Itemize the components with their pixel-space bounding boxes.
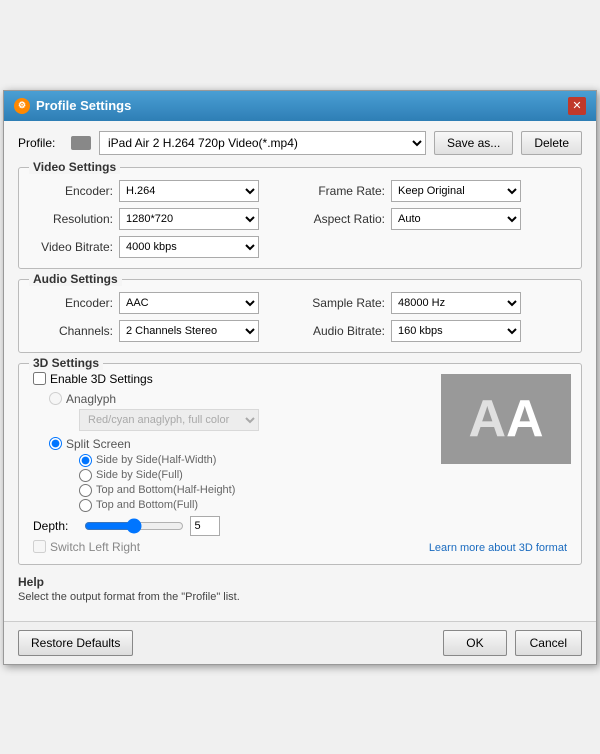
audio-settings-section: Audio Settings Encoder: AAC Sample Rate:… — [18, 279, 582, 353]
resolution-row: Resolution: 1280*720 — [33, 208, 295, 230]
settings-3d-section: 3D Settings AA Enable 3D Settings Anagly… — [18, 363, 582, 565]
enable-3d-checkbox[interactable] — [33, 372, 46, 385]
audio-settings-title: Audio Settings — [29, 272, 122, 286]
sample-rate-row: Sample Rate: 48000 Hz — [305, 292, 567, 314]
switch-label: Switch Left Right — [50, 540, 140, 554]
3d-preview-box: AA — [441, 374, 571, 464]
channels-row: Channels: 2 Channels Stereo — [33, 320, 295, 342]
frame-rate-row: Frame Rate: Keep Original — [305, 180, 567, 202]
audio-bitrate-select[interactable]: 160 kbps — [391, 320, 521, 342]
depth-label: Depth: — [33, 519, 78, 533]
frame-rate-label: Frame Rate: — [305, 184, 385, 198]
option1-radio[interactable] — [79, 454, 92, 467]
aspect-ratio-select[interactable]: Auto — [391, 208, 521, 230]
depth-number[interactable]: 5 — [190, 516, 220, 536]
cancel-button[interactable]: Cancel — [515, 630, 582, 656]
app-icon: ⚙ — [14, 98, 30, 114]
video-bitrate-select[interactable]: 4000 kbps — [119, 236, 259, 258]
split-screen-label: Split Screen — [66, 437, 131, 451]
aspect-ratio-row: Aspect Ratio: Auto — [305, 208, 567, 230]
depth-slider[interactable] — [84, 519, 184, 533]
delete-button[interactable]: Delete — [521, 131, 582, 155]
audio-bitrate-row: Audio Bitrate: 160 kbps — [305, 320, 567, 342]
anaglyph-select[interactable]: Red/cyan anaglyph, full color — [79, 409, 259, 431]
video-settings-section: Video Settings Encoder: H.264 Frame Rate… — [18, 167, 582, 269]
preview-aa-left: A — [468, 389, 506, 449]
video-settings-grid: Encoder: H.264 Frame Rate: Keep Original… — [33, 180, 567, 230]
encoder-row: Encoder: H.264 — [33, 180, 295, 202]
ok-button[interactable]: OK — [443, 630, 506, 656]
video-bitrate-row: Video Bitrate: 4000 kbps — [33, 236, 567, 258]
profile-label: Profile: — [18, 136, 63, 150]
option2-label: Side by Side(Full) — [96, 469, 183, 481]
aspect-ratio-label: Aspect Ratio: — [305, 212, 385, 226]
learn-more-link[interactable]: Learn more about 3D format — [429, 542, 567, 554]
anaglyph-radio[interactable] — [49, 392, 62, 405]
audio-settings-grid: Encoder: AAC Sample Rate: 48000 Hz Chann… — [33, 292, 567, 342]
profile-settings-dialog: ⚙ Profile Settings ✕ Profile: iPad Air 2… — [3, 90, 597, 665]
depth-row: Depth: 5 — [33, 516, 567, 536]
profile-row: Profile: iPad Air 2 H.264 720p Video(*.m… — [18, 131, 582, 155]
help-text: Select the output format from the "Profi… — [18, 591, 582, 603]
resolution-select[interactable]: 1280*720 — [119, 208, 259, 230]
anaglyph-label: Anaglyph — [66, 392, 116, 406]
profile-icon — [71, 136, 91, 150]
sample-rate-label: Sample Rate: — [305, 296, 385, 310]
title-bar: ⚙ Profile Settings ✕ — [4, 91, 596, 121]
restore-defaults-button[interactable]: Restore Defaults — [18, 630, 133, 656]
audio-encoder-label: Encoder: — [33, 296, 113, 310]
dialog-footer: Restore Defaults OK Cancel — [4, 621, 596, 664]
dialog-title: Profile Settings — [36, 98, 131, 113]
help-title: Help — [18, 575, 582, 589]
frame-rate-select[interactable]: Keep Original — [391, 180, 521, 202]
video-settings-title: Video Settings — [29, 160, 120, 174]
option3-row: Top and Bottom(Half-Height) — [79, 484, 567, 497]
option3-label: Top and Bottom(Half-Height) — [96, 484, 235, 496]
audio-bitrate-label: Audio Bitrate: — [305, 324, 385, 338]
title-bar-left: ⚙ Profile Settings — [14, 98, 131, 114]
sample-rate-select[interactable]: 48000 Hz — [391, 292, 521, 314]
resolution-label: Resolution: — [33, 212, 113, 226]
channels-select[interactable]: 2 Channels Stereo — [119, 320, 259, 342]
audio-encoder-select[interactable]: AAC — [119, 292, 259, 314]
encoder-select[interactable]: H.264 — [119, 180, 259, 202]
close-button[interactable]: ✕ — [568, 97, 586, 115]
switch-row: Switch Left Right Learn more about 3D fo… — [33, 540, 567, 554]
help-section: Help Select the output format from the "… — [18, 575, 582, 603]
split-screen-radio[interactable] — [49, 437, 62, 450]
save-as-button[interactable]: Save as... — [434, 131, 513, 155]
3d-settings-title: 3D Settings — [29, 356, 103, 370]
dialog-body: Profile: iPad Air 2 H.264 720p Video(*.m… — [4, 121, 596, 621]
option4-row: Top and Bottom(Full) — [79, 499, 567, 512]
channels-label: Channels: — [33, 324, 113, 338]
option4-radio[interactable] — [79, 499, 92, 512]
option2-row: Side by Side(Full) — [79, 469, 567, 482]
option1-label: Side by Side(Half-Width) — [96, 454, 216, 466]
enable-3d-label: Enable 3D Settings — [50, 372, 153, 386]
option2-radio[interactable] — [79, 469, 92, 482]
preview-aa-right: A — [506, 389, 544, 449]
preview-aa: AA — [468, 389, 543, 449]
switch-checkbox[interactable] — [33, 540, 46, 553]
encoder-label: Encoder: — [33, 184, 113, 198]
footer-right: OK Cancel — [443, 630, 582, 656]
audio-encoder-row: Encoder: AAC — [33, 292, 295, 314]
option3-radio[interactable] — [79, 484, 92, 497]
option4-label: Top and Bottom(Full) — [96, 499, 198, 511]
profile-select[interactable]: iPad Air 2 H.264 720p Video(*.mp4) — [99, 131, 426, 155]
video-bitrate-label: Video Bitrate: — [33, 240, 113, 254]
